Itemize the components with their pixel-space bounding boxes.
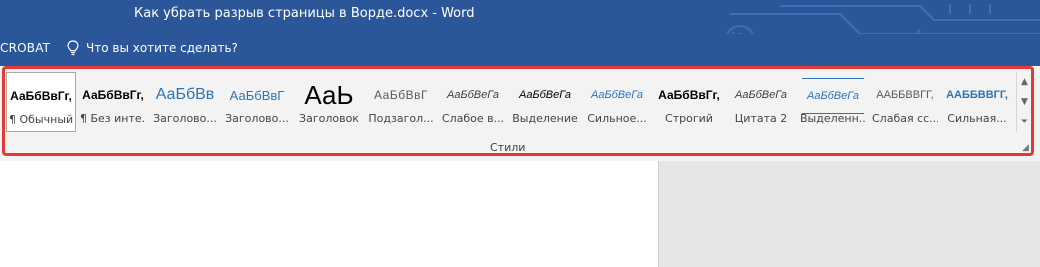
style-label: Заголово... xyxy=(153,112,217,125)
style-intense-quote[interactable]: АаБбВеГа Выделенн... xyxy=(798,72,868,132)
style-label: Сильное... xyxy=(587,112,647,125)
style-subtle-reference[interactable]: АаБбВвГг, Слабая сс... xyxy=(870,72,940,132)
lightbulb-icon xyxy=(67,40,79,56)
style-sample: АаБбВеГа xyxy=(802,78,864,114)
style-intense-reference[interactable]: АаБбВвГг, Сильная... xyxy=(942,72,1012,132)
style-quote-2[interactable]: АаБбВеГа Цитата 2 xyxy=(726,72,796,132)
style-label: Заголовок xyxy=(299,112,359,125)
document-area xyxy=(0,161,1040,267)
style-label: ¶ Без инте... xyxy=(80,112,146,125)
style-label: Подзагол... xyxy=(368,112,434,125)
style-no-spacing[interactable]: АаБбВвГг, ¶ Без инте... xyxy=(78,72,148,132)
style-label: Слабое в... xyxy=(441,112,505,125)
group-label: Стили xyxy=(490,141,526,154)
style-label: Заголово... xyxy=(225,112,289,125)
style-label: Цитата 2 xyxy=(734,112,788,125)
style-sample: АаБбВвГг, xyxy=(82,88,144,102)
chevron-up-icon[interactable]: ▲ xyxy=(1017,72,1032,92)
window-title: Как убрать разрыв страницы в Ворде.docx … xyxy=(134,6,475,21)
styles-gallery: АаБбВвГг, ¶ Обычный АаБбВвГг, ¶ Без инте… xyxy=(6,72,1014,132)
document-background xyxy=(659,161,1040,267)
style-subtle-emphasis[interactable]: АаБбВеГа Слабое в... xyxy=(438,72,508,132)
style-sample: АаБбВвГг, xyxy=(876,89,934,101)
style-heading-1[interactable]: АаБбВв Заголово... xyxy=(150,72,220,132)
style-label: Строгий xyxy=(665,112,713,125)
style-label: Выделение xyxy=(512,112,578,125)
style-label: ¶ Обычный xyxy=(9,113,73,126)
style-sample: АаЬ xyxy=(304,79,354,110)
more-styles-icon[interactable]: ⏷ xyxy=(1017,112,1032,132)
style-heading-2[interactable]: АаБбВвГ Заголово... xyxy=(222,72,292,132)
style-subtitle[interactable]: АаБбВвГ Подзагол... xyxy=(366,72,436,132)
style-sample: АаБбВвГг, xyxy=(946,89,1008,101)
style-label: Сильная... xyxy=(947,112,1007,125)
tab-acrobat[interactable]: CROBAT xyxy=(0,41,50,55)
tell-me-bar: CROBAT Что вы хотите сделать? xyxy=(0,34,1040,66)
style-sample: АаБбВвГг, xyxy=(10,89,72,103)
style-sample: АаБбВвГг, xyxy=(658,88,720,102)
style-sample: АаБбВвГ xyxy=(374,88,428,102)
style-intense-emphasis[interactable]: АаБбВеГа Сильное... xyxy=(582,72,652,132)
title-bar: Как убрать разрыв страницы в Ворде.docx … xyxy=(0,0,1040,55)
chevron-down-icon[interactable]: ▼ xyxy=(1017,92,1032,112)
style-sample: АаБбВеГа xyxy=(447,89,499,101)
style-normal[interactable]: АаБбВвГг, ¶ Обычный xyxy=(6,72,76,132)
style-strong[interactable]: АаБбВвГг, Строгий xyxy=(654,72,724,132)
document-page[interactable] xyxy=(0,161,659,267)
style-sample: АаБбВв xyxy=(155,86,215,103)
dialog-launcher-icon[interactable]: ◢ xyxy=(1022,143,1032,153)
style-sample: АаБбВеГа xyxy=(591,89,643,101)
style-sample: АаБбВеГа xyxy=(735,89,787,101)
style-title[interactable]: АаЬ Заголовок xyxy=(294,72,364,132)
tell-me-placeholder: Что вы хотите сделать? xyxy=(86,41,238,55)
ribbon-styles-group: АаБбВвГг, ¶ Обычный АаБбВвГг, ¶ Без инте… xyxy=(0,66,1040,162)
style-emphasis[interactable]: АаБбВеГа Выделение xyxy=(510,72,580,132)
gallery-scroll: ▲ ▼ ⏷ xyxy=(1016,72,1032,132)
style-label: Выделенн... xyxy=(800,112,866,125)
style-sample: АаБбВвГ xyxy=(229,87,285,103)
style-sample: АаБбВеГа xyxy=(519,89,571,101)
tell-me-box[interactable]: Что вы хотите сделать? xyxy=(66,40,238,56)
style-label: Слабая сс... xyxy=(872,112,938,125)
